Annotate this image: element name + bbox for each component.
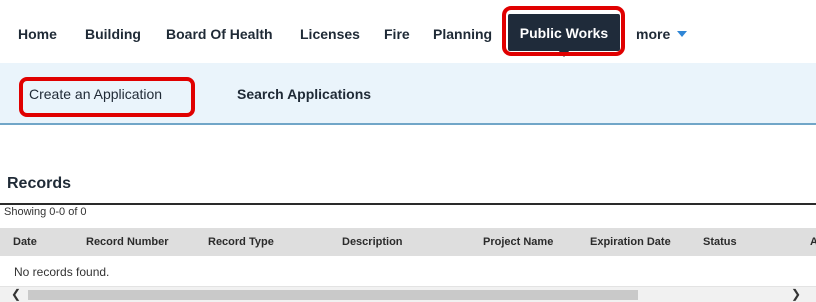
top-navigation: Home Building Board Of Health Licenses F… [0, 0, 816, 63]
col-project-name[interactable]: Project Name [483, 236, 553, 248]
search-applications-link[interactable]: Search Applications [237, 86, 371, 102]
records-divider [0, 203, 816, 205]
active-tab-pointer [558, 50, 570, 57]
chevron-down-icon [677, 31, 688, 37]
scrollbar-thumb[interactable] [28, 290, 638, 300]
showing-count: Showing 0-0 of 0 [4, 206, 87, 218]
no-records-message: No records found. [14, 265, 110, 279]
col-a[interactable]: A [810, 236, 816, 248]
nav-home[interactable]: Home [18, 26, 57, 42]
records-title: Records [7, 175, 72, 192]
table-header: Date Record Number Record Type Descripti… [0, 228, 816, 256]
nav-planning[interactable]: Planning [433, 26, 492, 42]
nav-fire[interactable]: Fire [384, 26, 410, 42]
nav-more-label: more [636, 26, 671, 42]
col-description[interactable]: Description [342, 236, 403, 248]
nav-more[interactable]: more [636, 26, 688, 42]
nav-public-works[interactable]: Public Works [508, 14, 620, 51]
col-record-type[interactable]: Record Type [208, 236, 274, 248]
nav-board-of-health[interactable]: Board Of Health [166, 26, 273, 42]
chevron-left-icon[interactable]: ❮ [8, 287, 24, 302]
col-status[interactable]: Status [703, 236, 737, 248]
sub-navigation: Create an Application Search Application… [0, 63, 816, 125]
horizontal-scrollbar[interactable]: ❮ ❯ [0, 287, 816, 302]
create-application-link[interactable]: Create an Application [29, 86, 162, 102]
col-date[interactable]: Date [13, 236, 37, 248]
table-row: No records found. [0, 256, 816, 287]
nav-building[interactable]: Building [85, 26, 141, 42]
col-record-number[interactable]: Record Number [86, 236, 169, 248]
nav-licenses[interactable]: Licenses [300, 26, 360, 42]
chevron-right-icon[interactable]: ❯ [788, 287, 804, 302]
col-expiration-date[interactable]: Expiration Date [590, 236, 671, 248]
